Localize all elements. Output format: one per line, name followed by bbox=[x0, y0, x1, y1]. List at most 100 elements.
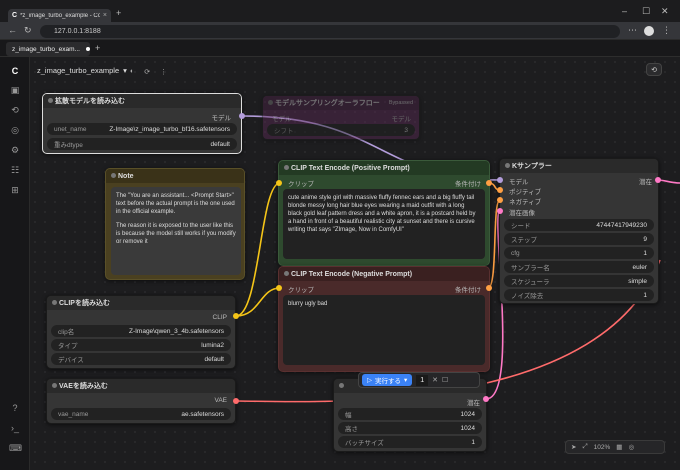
input-label: クリップ bbox=[288, 287, 314, 294]
latent-output-slot[interactable] bbox=[483, 396, 489, 402]
run-button[interactable]: ▷ 実行する ▾ bbox=[362, 374, 413, 386]
widget-key: デバイス bbox=[58, 357, 84, 364]
cfg-widget[interactable]: cfg 1 bbox=[504, 247, 654, 259]
widget-value: simple bbox=[628, 277, 647, 285]
node-title: Note bbox=[106, 169, 244, 183]
latent-input-slot[interactable] bbox=[497, 208, 503, 214]
device-widget[interactable]: デバイス default bbox=[51, 353, 231, 365]
stop-icon[interactable]: ☐ bbox=[442, 376, 448, 384]
node-title-text: モデルサンプリングオーラフロー bbox=[275, 100, 380, 107]
output-label: 潜在 bbox=[467, 400, 480, 407]
node-clip-negative[interactable]: CLIP Text Encode (Negative Prompt) クリップ … bbox=[278, 266, 490, 372]
weight-dtype-widget[interactable]: 重みdtype default bbox=[47, 138, 237, 150]
node-title: CLIP Text Encode (Positive Prompt) bbox=[279, 161, 489, 175]
cancel-icon[interactable]: ✕ bbox=[432, 376, 438, 384]
node-clip-positive[interactable]: CLIP Text Encode (Positive Prompt) クリップ … bbox=[278, 160, 490, 266]
node-vae-loader[interactable]: VAEを読み込む VAE vae_name ae.safetensors bbox=[46, 378, 236, 424]
widget-key: 重みdtype bbox=[54, 142, 83, 149]
seed-widget[interactable]: シード 47447417949230 bbox=[504, 219, 654, 231]
shift-widget[interactable]: シフト 3 bbox=[267, 124, 415, 136]
input-label: ポジティブ bbox=[509, 189, 542, 196]
fit-view-icon[interactable]: ⤢ bbox=[582, 443, 587, 451]
clip-input-slot[interactable] bbox=[276, 285, 282, 291]
node-title: CLIP Text Encode (Negative Prompt) bbox=[279, 267, 489, 281]
model-output-slot[interactable] bbox=[239, 113, 245, 119]
scheduler-widget[interactable]: スケジューラ simple bbox=[504, 275, 654, 287]
output-label: 潜在 bbox=[639, 179, 652, 186]
node-note[interactable]: Note The "You are an assistant... <Promp… bbox=[105, 168, 245, 280]
widget-value: 1024 bbox=[460, 424, 475, 432]
node-title: モデルサンプリングオーラフロー Bypassed bbox=[263, 96, 419, 110]
output-label: VAE bbox=[214, 397, 227, 404]
output-label: CLIP bbox=[212, 314, 227, 321]
chevron-down-icon: ▾ bbox=[404, 377, 408, 384]
widget-key: スケジューラ bbox=[511, 279, 550, 286]
width-widget[interactable]: 幅 1024 bbox=[338, 408, 482, 420]
widget-value: 47447417949230 bbox=[596, 221, 647, 229]
widget-value: lumina2 bbox=[201, 341, 224, 349]
widget-key: サンプラー名 bbox=[511, 265, 550, 272]
output-label: 条件付け bbox=[455, 181, 481, 188]
run-label: 実行する bbox=[375, 378, 401, 385]
node-load-diffusion-model[interactable]: 拡散モデルを読み込む モデル unet_name Z-Image\z_image_… bbox=[42, 93, 242, 154]
run-toolbar: ▷ 実行する ▾ 1 ✕ ☐ bbox=[358, 372, 480, 388]
node-title: 拡散モデルを読み込む bbox=[43, 94, 241, 108]
denoise-widget[interactable]: ノイズ除去 1 bbox=[504, 289, 654, 301]
node-title: VAEを読み込む bbox=[47, 379, 235, 393]
widget-key: 幅 bbox=[345, 412, 352, 419]
node-clip-loader[interactable]: CLIPを読み込む CLIP clip名 Z-Image\qwen_3_4b.sa… bbox=[46, 295, 236, 369]
widget-key: タイプ bbox=[58, 343, 78, 350]
widget-value: 3 bbox=[404, 126, 408, 134]
widget-value: 1 bbox=[643, 291, 647, 299]
node-ksampler[interactable]: Kサンプラー モデル ポジティブ ネガティブ 潜在画像 潜在 シード 474474… bbox=[499, 158, 659, 304]
note-paragraph: The "You are an assistant... <Prompt Sta… bbox=[116, 193, 235, 216]
queue-count[interactable]: 1 bbox=[416, 374, 429, 386]
model-input-slot[interactable] bbox=[497, 177, 503, 183]
output-label: モデル bbox=[391, 116, 412, 123]
vae-output-slot[interactable] bbox=[233, 398, 239, 404]
output-label: 条件付け bbox=[455, 287, 481, 294]
steps-widget[interactable]: ステップ 9 bbox=[504, 233, 654, 245]
widget-value: 1024 bbox=[460, 410, 475, 418]
widget-value: ae.safetensors bbox=[181, 410, 224, 418]
widget-key: ステップ bbox=[511, 237, 537, 244]
widget-key: unet_name bbox=[54, 125, 87, 133]
negative-prompt-textarea[interactable]: blurry ugly bad bbox=[283, 295, 485, 365]
batch-size-widget[interactable]: バッチサイズ 1 bbox=[338, 436, 482, 448]
node-model-sampling[interactable]: モデルサンプリングオーラフロー Bypassed モデル モデル シフト 3 bbox=[262, 95, 420, 140]
positive-prompt-textarea[interactable]: cute anime style girl with massive fluff… bbox=[283, 189, 485, 259]
widget-value: euler bbox=[632, 263, 647, 271]
node-title: Kサンプラー bbox=[500, 159, 658, 173]
play-icon: ▷ bbox=[367, 377, 372, 384]
latent-output-slot[interactable] bbox=[655, 177, 661, 183]
input-label: モデル bbox=[272, 116, 292, 123]
cond-output-slot[interactable] bbox=[486, 180, 492, 186]
vae-name-widget[interactable]: vae_name ae.safetensors bbox=[51, 408, 231, 420]
minimap-icon[interactable]: ▦ bbox=[616, 443, 622, 451]
node-empty-latent[interactable]: 潜在 幅 1024 高さ 1024 バッチサイズ 1 bbox=[333, 378, 487, 452]
cond-output-slot[interactable] bbox=[486, 285, 492, 291]
height-widget[interactable]: 高さ 1024 bbox=[338, 422, 482, 434]
select-tool-icon[interactable]: ➤ bbox=[571, 443, 576, 451]
widget-key: cfg bbox=[511, 249, 520, 257]
widget-key: vae_name bbox=[58, 410, 89, 418]
widget-key: シフト bbox=[274, 128, 294, 135]
zoom-level[interactable]: 102% bbox=[594, 444, 611, 451]
sampler-widget[interactable]: サンプラー名 euler bbox=[504, 261, 654, 273]
clip-output-slot[interactable] bbox=[233, 313, 239, 319]
clip-name-widget[interactable]: clip名 Z-Image\qwen_3_4b.safetensors bbox=[51, 325, 231, 337]
link-latent-out bbox=[657, 179, 680, 184]
unet-name-widget[interactable]: unet_name Z-Image\z_image_turbo_bf16.safe… bbox=[47, 123, 237, 135]
clip-input-slot[interactable] bbox=[276, 180, 282, 186]
negative-input-slot[interactable] bbox=[497, 197, 503, 203]
widget-value: Z-Image\z_image_turbo_bf16.safetensors bbox=[109, 125, 230, 133]
widget-key: 高さ bbox=[345, 426, 358, 433]
widget-key: シード bbox=[511, 223, 531, 230]
input-label: モデル bbox=[509, 179, 529, 186]
widget-value: default bbox=[204, 355, 224, 363]
positive-input-slot[interactable] bbox=[497, 187, 503, 193]
node-title: CLIPを読み込む bbox=[47, 296, 235, 310]
link-visibility-icon[interactable]: ◎ bbox=[628, 443, 634, 451]
widget-key: バッチサイズ bbox=[345, 440, 384, 447]
clip-type-widget[interactable]: タイプ lumina2 bbox=[51, 339, 231, 351]
